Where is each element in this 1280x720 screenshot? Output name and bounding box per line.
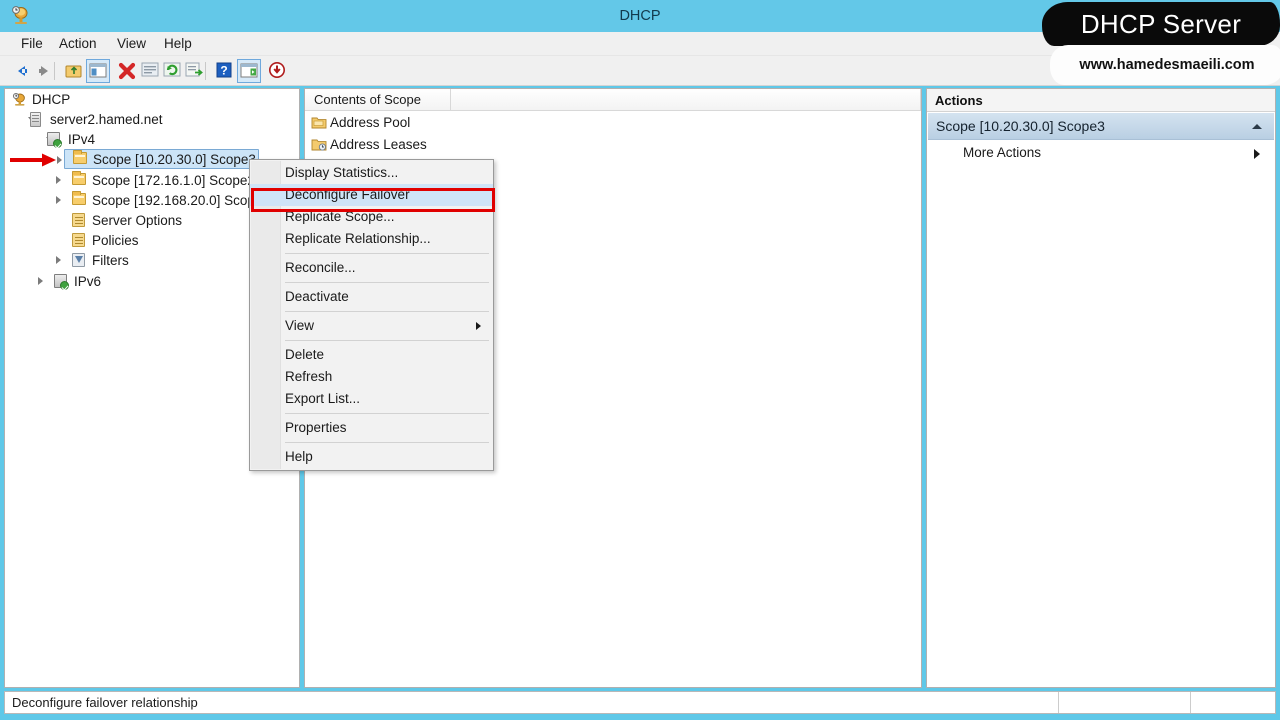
download-icon[interactable]: [266, 59, 290, 83]
chevron-right-icon[interactable]: [56, 176, 61, 184]
actions-group-label: Scope [10.20.30.0] Scope3: [936, 118, 1105, 134]
tree-label: IPv4: [68, 132, 96, 147]
dhcp-root-icon: [11, 92, 25, 106]
watermark-url: www.hamedesmaeili.com: [1079, 57, 1255, 73]
watermark: DHCP Server www.hamedesmaeili.com: [1042, 0, 1280, 88]
context-menu-item-delete[interactable]: Delete: [250, 344, 493, 366]
scope-context-menu: Display Statistics... Deconfigure Failov…: [249, 159, 494, 471]
chevron-right-icon: [1254, 149, 1260, 159]
tree-label: IPv6: [74, 274, 102, 289]
ipv4-icon: [47, 132, 62, 148]
list-item-label: Address Pool: [330, 115, 411, 130]
properties-icon[interactable]: [139, 59, 163, 83]
context-menu-item-label: Replicate Relationship...: [285, 231, 431, 246]
help-icon[interactable]: ?: [213, 59, 237, 83]
context-menu-item-label: Deconfigure Failover: [285, 187, 410, 202]
chevron-right-icon[interactable]: [56, 256, 61, 264]
server-options-icon: [72, 213, 85, 227]
context-menu-item-label: View: [285, 318, 315, 333]
menu-file[interactable]: File: [14, 32, 50, 56]
context-menu-item-deactivate[interactable]: Deactivate: [250, 286, 493, 308]
context-menu-item-properties[interactable]: Properties: [250, 417, 493, 439]
tree-label: Scope [172.16.1.0] Scope2: [92, 173, 255, 188]
tree-label: Scope [10.20.30.0] Scope3: [93, 152, 256, 167]
forward-icon[interactable]: [33, 59, 57, 83]
context-menu-separator: [285, 413, 489, 414]
list-item-label: Address Leases: [330, 137, 427, 152]
tree-label: server2.hamed.net: [50, 112, 163, 127]
actions-pane: Actions Scope [10.20.30.0] Scope3 More A…: [926, 88, 1276, 688]
refresh-icon[interactable]: [161, 59, 185, 83]
context-menu-item-refresh[interactable]: Refresh: [250, 366, 493, 388]
context-menu-item-label: Delete: [285, 347, 325, 362]
tree-label: DHCP: [32, 92, 71, 107]
status-segment-2: [1059, 692, 1191, 713]
annotation-arrow-icon: [10, 152, 58, 173]
dhcp-console-window: DHCP File Action View Help ? DHCP server…: [0, 0, 1280, 720]
context-menu-item-label: Display Statistics...: [285, 165, 399, 180]
menu-view[interactable]: View: [110, 32, 153, 56]
menu-action[interactable]: Action: [52, 32, 104, 56]
show-action-pane-icon[interactable]: [237, 59, 261, 83]
context-menu-item-label: Reconcile...: [285, 260, 356, 275]
show-console-tree-icon[interactable]: [86, 59, 110, 83]
chevron-right-icon[interactable]: [38, 277, 43, 285]
export-list-icon[interactable]: [183, 59, 207, 83]
filters-icon: [72, 253, 85, 267]
context-menu-separator: [285, 340, 489, 341]
tree-label: Server Options: [92, 213, 183, 228]
watermark-title: DHCP Server: [1080, 9, 1242, 39]
context-menu-item-replicate-scope[interactable]: Replicate Scope...: [250, 206, 493, 228]
context-menu-item-label: Refresh: [285, 369, 333, 384]
context-menu-item-help[interactable]: Help: [250, 446, 493, 468]
menu-help[interactable]: Help: [157, 32, 199, 56]
chevron-right-icon: [476, 322, 481, 330]
context-menu-item-label: Export List...: [285, 391, 361, 406]
actions-title: Actions: [927, 89, 1275, 112]
back-icon[interactable]: [9, 59, 33, 83]
server-icon: [30, 112, 41, 127]
tree-label: Filters: [92, 253, 129, 268]
ipv6-icon: [54, 274, 69, 290]
policies-icon: [72, 233, 85, 247]
context-menu-item-deconfigure-failover[interactable]: Deconfigure Failover: [250, 184, 493, 206]
address-leases-icon: [311, 137, 327, 152]
status-segment-3: [1191, 692, 1275, 713]
chevron-up-icon[interactable]: [1252, 124, 1262, 129]
tree-item-scope-10-20-30-0[interactable]: Scope [10.20.30.0] Scope3: [57, 149, 259, 169]
chevron-right-icon[interactable]: [56, 196, 61, 204]
context-menu-item-label: Help: [285, 449, 313, 464]
context-menu-separator: [285, 311, 489, 312]
actions-group-header[interactable]: Scope [10.20.30.0] Scope3: [928, 113, 1274, 140]
context-menu-item-label: Deactivate: [285, 289, 349, 304]
context-menu-item-export-list[interactable]: Export List...: [250, 388, 493, 410]
tree-label: Policies: [92, 233, 139, 248]
status-text: Deconfigure failover relationship: [5, 692, 1059, 713]
column-header-filler: [451, 89, 921, 111]
context-menu-item-view[interactable]: View: [250, 315, 493, 337]
context-menu-item-reconcile[interactable]: Reconcile...: [250, 257, 493, 279]
scope-folder-icon: [72, 191, 86, 205]
status-bar: Deconfigure failover relationship: [4, 691, 1276, 714]
context-menu-item-label: Properties: [285, 420, 347, 435]
scope-folder-icon: [72, 171, 86, 185]
context-menu-item-replicate-relationship[interactable]: Replicate Relationship...: [250, 228, 493, 250]
context-menu-separator: [285, 282, 489, 283]
action-more-actions[interactable]: More Actions: [928, 141, 1274, 165]
address-pool-icon: [311, 115, 327, 130]
context-menu-separator: [285, 253, 489, 254]
up-folder-icon[interactable]: [62, 59, 86, 83]
svg-text:?: ?: [220, 64, 227, 78]
context-menu-separator: [285, 442, 489, 443]
tree-label: Scope [192.168.20.0] Scope1: [92, 193, 270, 208]
context-menu-item-label: Replicate Scope...: [285, 209, 395, 224]
action-label: More Actions: [963, 145, 1042, 160]
delete-icon[interactable]: [115, 59, 139, 83]
context-menu-item-display-statistics[interactable]: Display Statistics...: [250, 162, 493, 184]
column-header-contents-of-scope[interactable]: Contents of Scope: [305, 89, 451, 111]
scope-folder-icon: [73, 150, 87, 164]
